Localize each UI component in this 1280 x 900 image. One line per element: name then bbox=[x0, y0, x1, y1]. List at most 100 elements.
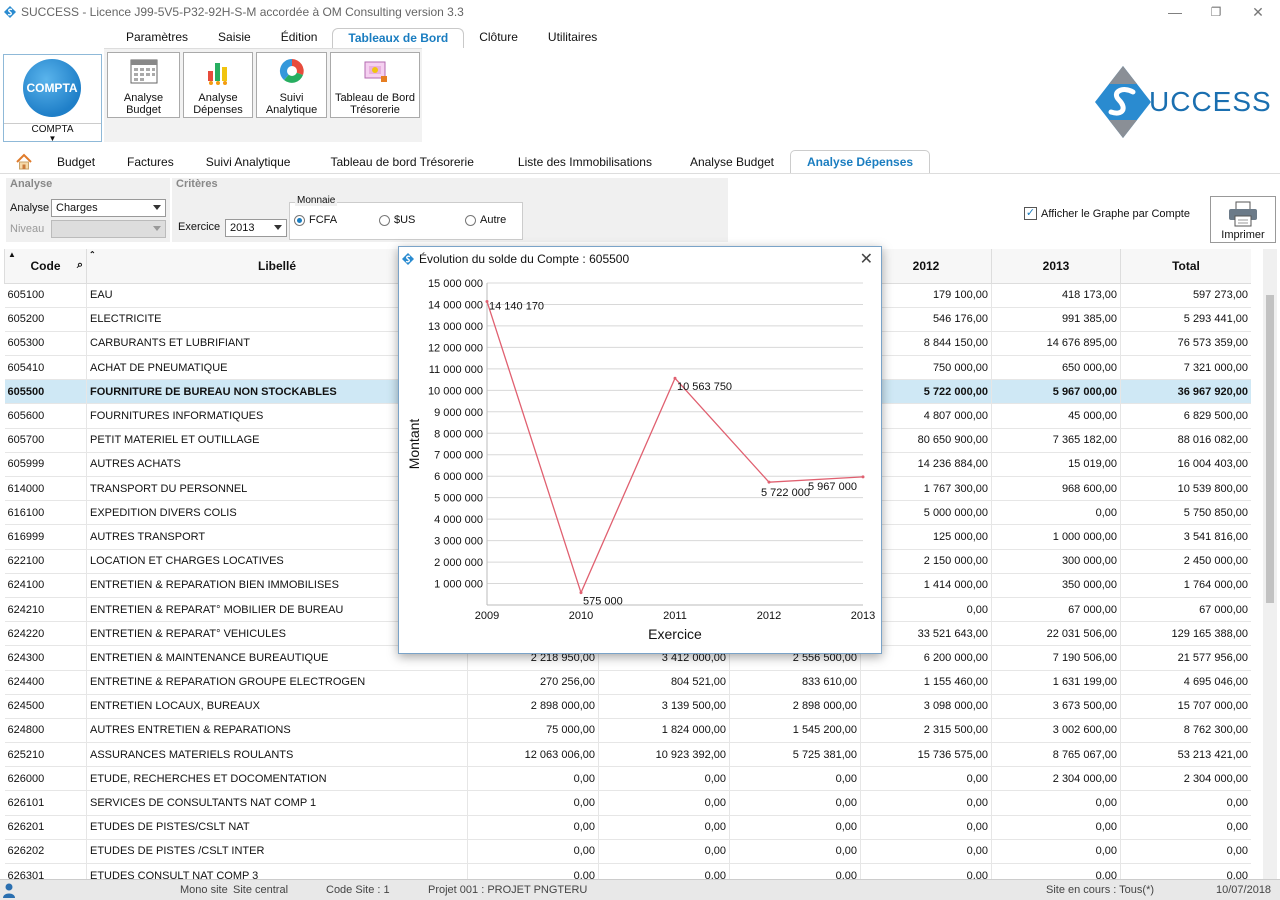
print-button[interactable]: Imprimer bbox=[1210, 196, 1276, 243]
cell-amount: 88 016 082,00 bbox=[1120, 428, 1251, 453]
minimize-button[interactable]: — bbox=[1155, 0, 1195, 24]
tab-edition[interactable]: Édition bbox=[266, 28, 333, 48]
subtab-factures[interactable]: Factures bbox=[111, 151, 190, 173]
cell-amount: 804 521,00 bbox=[598, 670, 730, 695]
suivi-analytique-button[interactable]: Suivi Analytique bbox=[256, 52, 327, 118]
cell-amount: 53 213 421,00 bbox=[1120, 742, 1251, 768]
cell-amount: 0,00 bbox=[1120, 863, 1251, 879]
cell-amount: 8 762 300,00 bbox=[1120, 718, 1251, 744]
y-tick-label: 4 000 000 bbox=[434, 514, 483, 526]
tab-tableaux-de-bord[interactable]: Tableaux de Bord bbox=[332, 28, 465, 48]
cell-amount: 0,00 bbox=[729, 815, 861, 840]
y-axis-title: Montant bbox=[406, 419, 422, 470]
cell-libelle: AUTRES ENTRETIEN & REPARATIONS bbox=[86, 718, 468, 744]
cell-libelle: ETUDES CONSULT NAT COMP 3 bbox=[86, 863, 468, 879]
cell-amount: 67 000,00 bbox=[991, 597, 1121, 623]
cell-amount: 22 031 506,00 bbox=[991, 621, 1121, 647]
table-row[interactable]: 626301 ETUDES CONSULT NAT COMP 3 0,00 0,00 0… bbox=[4, 863, 1251, 879]
analyse-depenses-button[interactable]: Analyse Dépenses bbox=[183, 52, 253, 118]
cell-code: 624100 bbox=[4, 573, 87, 598]
cell-amount: 5 725 381,00 bbox=[729, 742, 861, 768]
cell-code: 616100 bbox=[4, 500, 87, 526]
cell-amount: 0,00 bbox=[991, 500, 1121, 526]
bar-chart-icon bbox=[208, 63, 227, 85]
cell-amount: 0,00 bbox=[598, 815, 730, 840]
table-row[interactable]: 626000 ETUDE, RECHERCHES ET DOCOMENTATION… bbox=[4, 766, 1251, 792]
table-row[interactable]: 624400 ENTRETINE & REPARATION GROUPE ELEC… bbox=[4, 670, 1251, 695]
tab-utilitaires[interactable]: Utilitaires bbox=[533, 28, 612, 48]
cell-amount: 4 695 046,00 bbox=[1120, 670, 1251, 695]
cell-amount: 1 764 000,00 bbox=[1120, 573, 1251, 598]
search-icon[interactable]: ⌕ bbox=[77, 259, 83, 272]
x-tick-label: 2011 bbox=[663, 610, 687, 622]
table-row[interactable]: 625210 ASSURANCES MATERIELS ROULANTS 12 06… bbox=[4, 742, 1251, 768]
tab-saisie[interactable]: Saisie bbox=[203, 28, 266, 48]
cell-amount: 0,00 bbox=[729, 839, 861, 865]
cell-code: 624400 bbox=[4, 670, 87, 695]
subtab-analyse-depenses[interactable]: Analyse Dépenses bbox=[790, 150, 931, 173]
radio-fcfa[interactable]: FCFA bbox=[294, 214, 337, 226]
y-tick-label: 15 000 000 bbox=[428, 278, 483, 290]
cell-amount: 1 631 199,00 bbox=[991, 670, 1121, 695]
y-tick-label: 12 000 000 bbox=[428, 342, 483, 354]
cell-amount: 0,00 bbox=[598, 790, 730, 816]
close-button[interactable]: ✕ bbox=[1238, 0, 1278, 24]
line-chart: 1 000 000 2 000 000 3 000 000 4 000 000 5 00… bbox=[406, 278, 875, 642]
module-selector[interactable]: COMPTA COMPTA ▼ bbox=[3, 54, 102, 143]
col-total[interactable]: Total bbox=[1120, 249, 1251, 284]
tableau-de-bord-tresorerie-button[interactable]: Tableau de Bord Trésorerie bbox=[330, 52, 420, 118]
y-tick-label: 9 000 000 bbox=[434, 407, 483, 419]
cell-amount: 14 676 895,00 bbox=[991, 331, 1121, 357]
col-code[interactable]: ▲ Code ⌕ bbox=[4, 249, 87, 284]
cell-amount: 0,00 bbox=[991, 815, 1121, 840]
col-code-label: Code bbox=[30, 258, 61, 273]
cell-code: 605300 bbox=[4, 331, 87, 357]
subtab-tableau-tresorerie[interactable]: Tableau de bord Trésorerie bbox=[306, 151, 497, 173]
table-row[interactable]: 626101 SERVICES DE CONSULTANTS NAT COMP 1… bbox=[4, 790, 1251, 816]
subtab-budget[interactable]: Budget bbox=[41, 151, 111, 173]
y-tick-label: 2 000 000 bbox=[434, 557, 483, 569]
cell-amount: 0,00 bbox=[467, 790, 599, 816]
suivi-analytique-line2: Analytique bbox=[265, 104, 318, 116]
cell-amount: 3 002 600,00 bbox=[991, 718, 1121, 744]
cell-amount: 0,00 bbox=[467, 863, 599, 879]
radio-autre[interactable]: Autre bbox=[465, 214, 506, 226]
cell-amount: 3 673 500,00 bbox=[991, 694, 1121, 719]
dialog-close-button[interactable]: ✕ bbox=[860, 249, 873, 269]
cell-amount: 3 098 000,00 bbox=[860, 694, 992, 719]
subtab-immobilisations[interactable]: Liste des Immobilisations bbox=[498, 151, 672, 173]
col-2013[interactable]: 2013 bbox=[991, 249, 1121, 284]
table-row[interactable]: 626202 ETUDES DE PISTES /CSLT INTER 0,00 0,… bbox=[4, 839, 1251, 865]
afficher-graphe-checkbox[interactable]: ✓ Afficher le Graphe par Compte bbox=[1024, 207, 1190, 220]
subtab-analyse-budget[interactable]: Analyse Budget bbox=[672, 151, 790, 173]
home-icon[interactable] bbox=[15, 153, 33, 171]
table-row[interactable]: 624500 ENTRETIEN LOCAUX, BUREAUX 2 898 000… bbox=[4, 694, 1251, 719]
dialog-title-bar[interactable]: Évolution du solde du Compte : 605500 ✕ bbox=[399, 247, 881, 271]
table-row[interactable]: 626201 ETUDES DE PISTES/CSLT NAT 0,00 0,00 0… bbox=[4, 815, 1251, 840]
radio-fcfa-label: FCFA bbox=[309, 214, 338, 226]
analyse-budget-button[interactable]: Analyse Budget bbox=[107, 52, 180, 118]
radio-empty-icon bbox=[465, 214, 476, 226]
x-tick-label: 2012 bbox=[757, 610, 781, 622]
tab-cloture[interactable]: Clôture bbox=[464, 28, 533, 48]
cell-libelle: ETUDES DE PISTES/CSLT NAT bbox=[86, 815, 468, 840]
radio-empty-icon bbox=[379, 214, 390, 226]
cell-amount: 833 610,00 bbox=[729, 670, 861, 695]
analyse-budget-line1: Analyse bbox=[123, 92, 164, 104]
vertical-scrollbar[interactable] bbox=[1263, 249, 1277, 879]
table-row[interactable]: 624800 AUTRES ENTRETIEN & REPARATIONS 75 0… bbox=[4, 718, 1251, 744]
cell-code: 626201 bbox=[4, 815, 87, 840]
cell-libelle: SERVICES DE CONSULTANTS NAT COMP 1 bbox=[86, 790, 468, 816]
check-icon: ✓ bbox=[1024, 207, 1037, 220]
tab-parametres[interactable]: Paramètres bbox=[111, 28, 203, 48]
cell-amount: 3 541 816,00 bbox=[1120, 524, 1251, 550]
subtab-suivi-analytique[interactable]: Suivi Analytique bbox=[190, 151, 307, 173]
cell-amount: 15 736 575,00 bbox=[860, 742, 992, 768]
restore-button[interactable]: ❐ bbox=[1196, 0, 1236, 24]
exercice-select[interactable]: 2013 bbox=[225, 219, 287, 237]
analyse-select[interactable]: Charges bbox=[51, 199, 166, 217]
scrollbar-thumb[interactable] bbox=[1266, 295, 1274, 603]
niveau-select[interactable] bbox=[51, 220, 166, 238]
user-icon bbox=[3, 883, 15, 898]
radio-usd[interactable]: $US bbox=[379, 214, 415, 226]
